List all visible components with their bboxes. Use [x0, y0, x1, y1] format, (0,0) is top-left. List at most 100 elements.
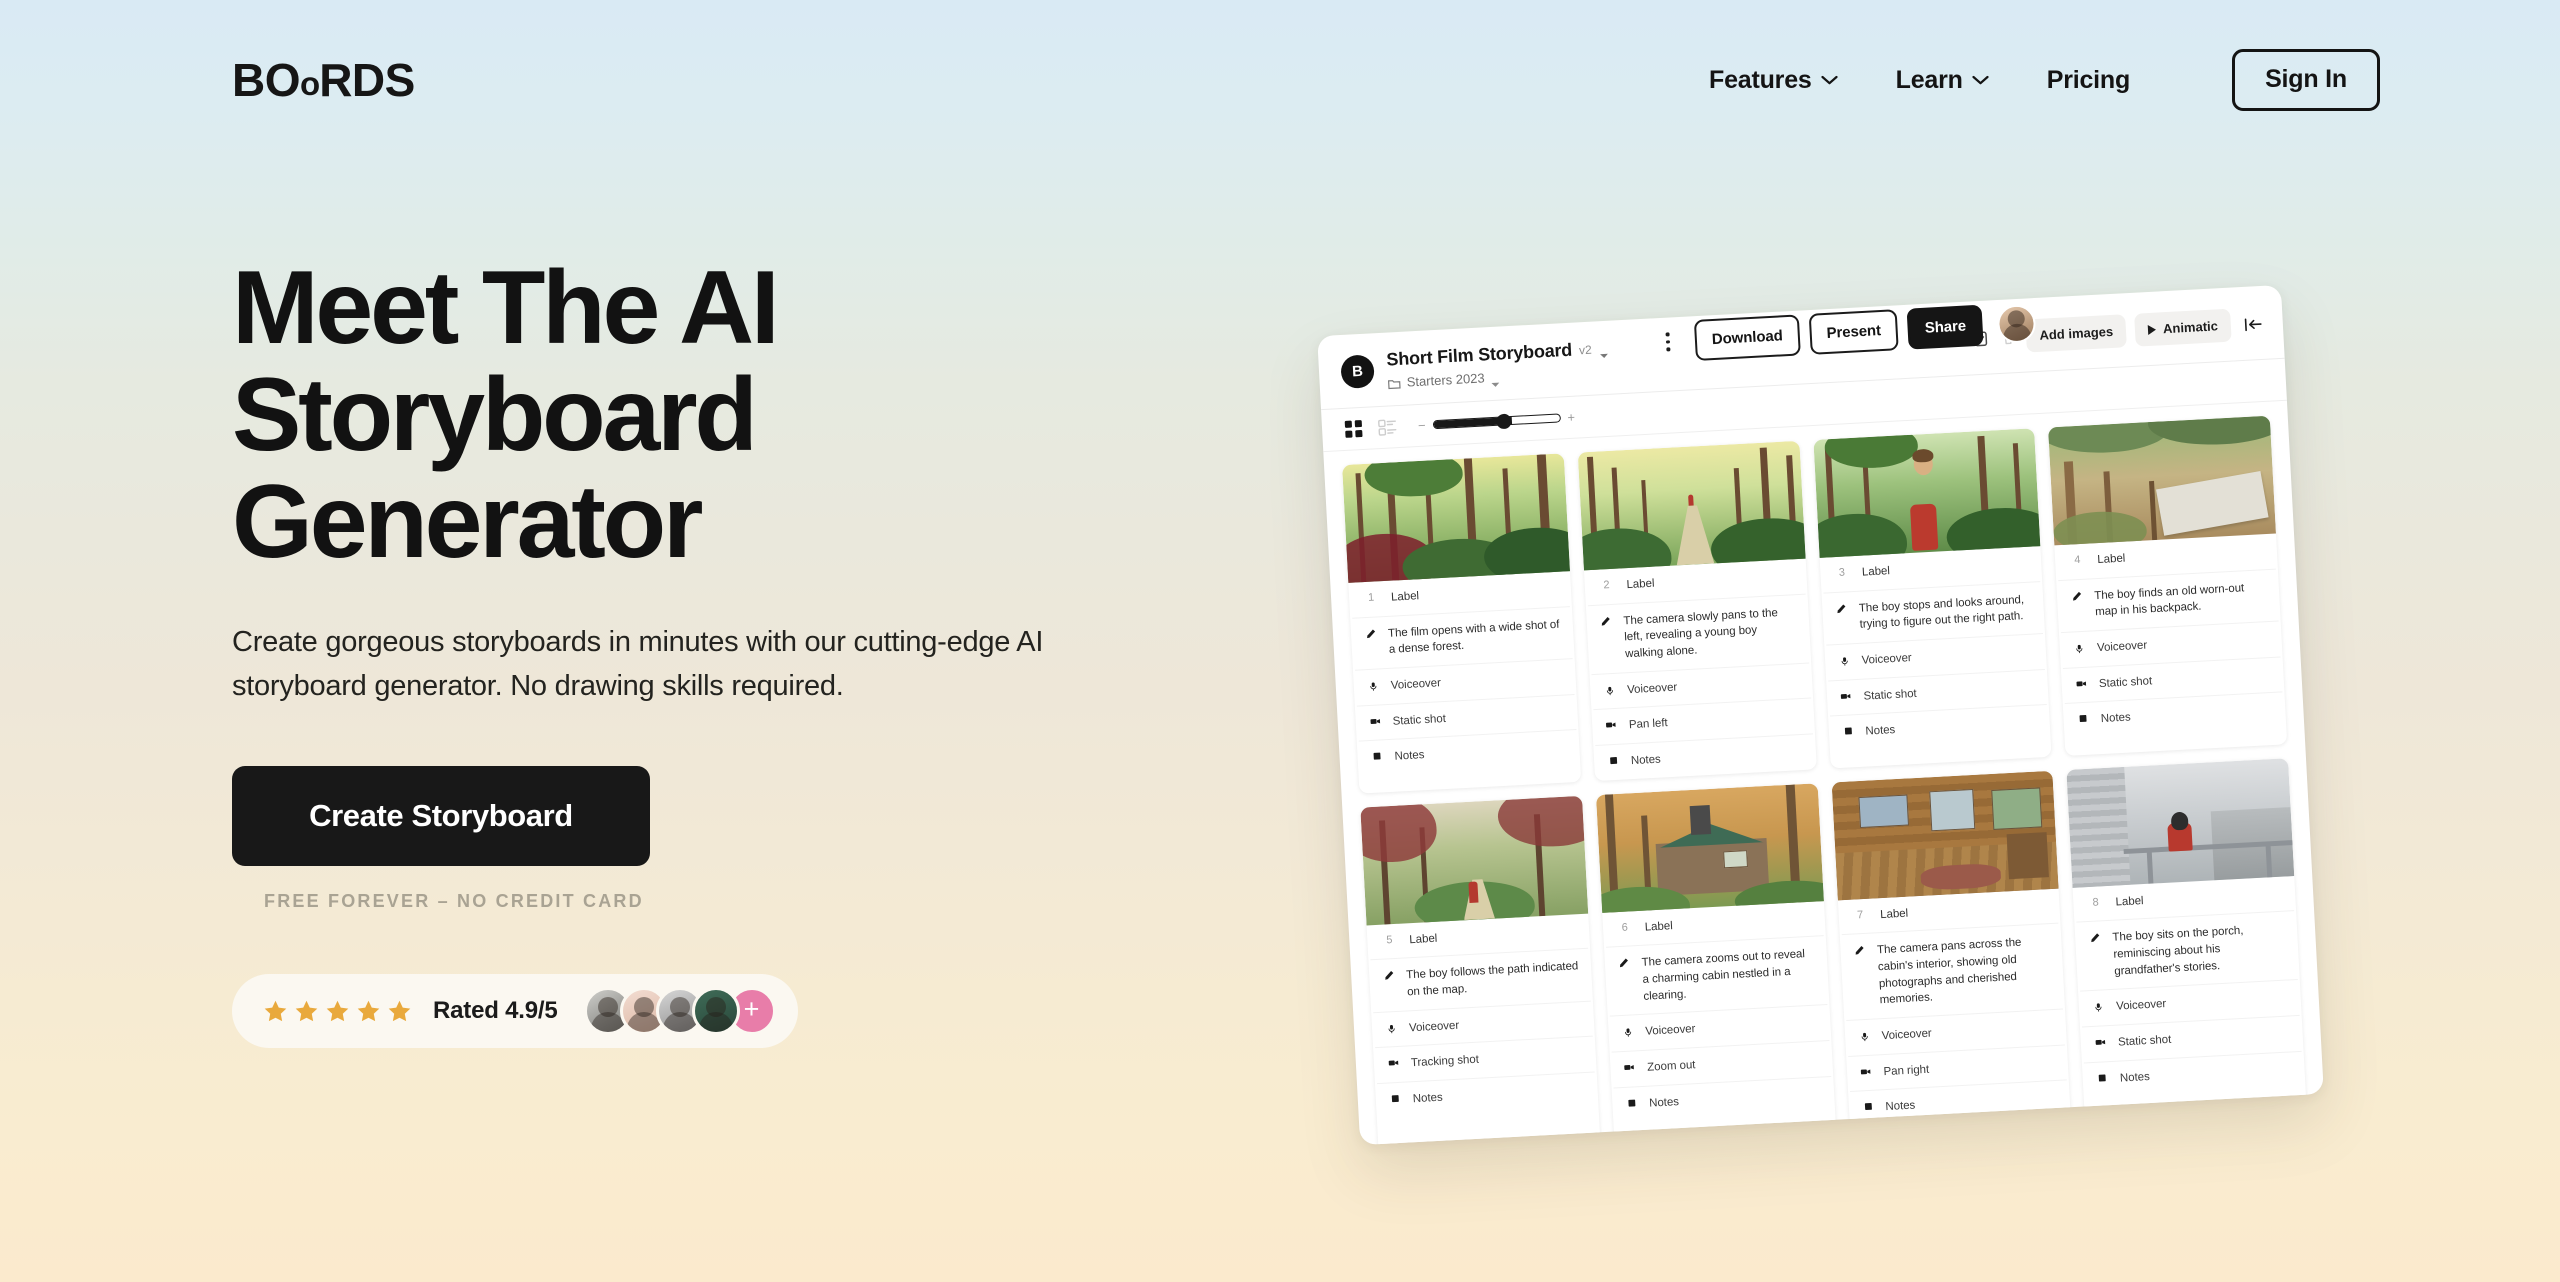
- storyboard-frame[interactable]: 4 Label The boy finds an old worn-out ma…: [2048, 415, 2288, 756]
- star-icon: [293, 998, 320, 1025]
- frame-thumbnail[interactable]: [2066, 757, 2295, 888]
- play-icon: [2147, 324, 2157, 335]
- zoom-in-label[interactable]: +: [1567, 410, 1575, 425]
- microphone-icon: [1602, 682, 1618, 696]
- share-button[interactable]: Share: [1906, 304, 1985, 350]
- script-pencil-icon: [1852, 943, 1868, 956]
- nav-item-learn[interactable]: Learn: [1896, 66, 1989, 95]
- storyboard-frame[interactable]: 7 Label The camera pans across the cabin…: [1831, 770, 2071, 1128]
- frame-shot: Static shot: [1392, 712, 1447, 728]
- frame-voiceover: Voiceover: [1861, 652, 1912, 667]
- script-pencil-icon: [1598, 614, 1614, 627]
- zoom-out-label[interactable]: −: [1418, 418, 1426, 433]
- frame-label: Label: [1390, 590, 1420, 604]
- frame-thumbnail[interactable]: [1360, 795, 1588, 926]
- chevron-down-icon: [1972, 75, 1989, 85]
- frame-thumbnail[interactable]: [1595, 782, 1824, 913]
- zoom-slider[interactable]: − +: [1418, 410, 1576, 433]
- folder-icon: [1387, 376, 1401, 389]
- frame-shot: Pan left: [1628, 717, 1668, 732]
- camera-move-icon: [1858, 1064, 1874, 1076]
- frame-notes: Notes: [1630, 753, 1662, 768]
- star-icon: [386, 998, 413, 1025]
- notes-icon: [1387, 1092, 1403, 1104]
- animatic-button[interactable]: Animatic: [2134, 308, 2232, 347]
- storyboard-frame[interactable]: 8 Label The boy sits on the porch, remin…: [2066, 757, 2307, 1115]
- frame-voiceover: Voiceover: [1645, 1023, 1696, 1039]
- notes-icon: [1860, 1100, 1876, 1112]
- frame-voiceover: Voiceover: [1881, 1027, 1932, 1043]
- frame-thumbnail[interactable]: [1812, 428, 2041, 558]
- caret-down-icon[interactable]: [1599, 345, 1608, 358]
- microphone-icon: [1365, 678, 1381, 692]
- frame-description: The camera slowly pans to the left, reve…: [1623, 606, 1779, 661]
- storyboard-frame[interactable]: 1 Label The film opens with a wide shot …: [1342, 453, 1581, 794]
- logo-letter-o1: O: [264, 54, 301, 106]
- frame-description: The camera zooms out to reveal a charmin…: [1641, 948, 1806, 1003]
- nav-item-pricing[interactable]: Pricing: [2047, 66, 2131, 95]
- frame-shot: Static shot: [2117, 1033, 2172, 1049]
- frame-notes: Notes: [1885, 1099, 1916, 1114]
- storyboard-frame[interactable]: 2 Label The camera slowly pans to the le…: [1577, 440, 1817, 781]
- star-rating: [262, 998, 413, 1025]
- frame-description-row[interactable]: The camera zooms out to reveal a charmin…: [1605, 936, 1827, 1018]
- site-header: BOoRDS Features Learn Pricing Sign In: [0, 0, 2560, 160]
- storyboard-frame[interactable]: 5 Label The boy follows the path indicat…: [1360, 795, 1601, 1146]
- project-title[interactable]: Short Film Storyboard: [1386, 340, 1573, 371]
- avatar: [691, 987, 740, 1036]
- project-version: v2: [1578, 342, 1593, 357]
- storyboard-frame[interactable]: 3 Label The boy stops and looks around, …: [1812, 428, 2052, 769]
- add-images-button[interactable]: Add images: [2025, 314, 2127, 353]
- frame-number: 3: [1838, 566, 1846, 579]
- page-title: Meet The AI Storyboard Generator: [232, 250, 780, 581]
- frame-notes: Notes: [2100, 711, 2131, 726]
- frame-description: The boy follows the path indicated on th…: [1405, 960, 1579, 999]
- frame-voiceover: Voiceover: [1626, 681, 1678, 696]
- rating-badge: Rated 4.9/5 +: [232, 974, 798, 1049]
- frame-thumbnail[interactable]: [1831, 770, 2059, 901]
- app-screenshot: B Short Film Storyboard v2 Starters 2023: [1317, 284, 2324, 1146]
- frame-notes: Notes: [1412, 1091, 1443, 1106]
- download-button[interactable]: Download: [1693, 314, 1801, 361]
- project-folder[interactable]: Starters 2023: [1406, 370, 1485, 389]
- create-storyboard-button[interactable]: Create Storyboard: [232, 766, 650, 867]
- frame-voiceover: Voiceover: [1390, 677, 1442, 692]
- frame-shot: Zoom out: [1646, 1059, 1696, 1074]
- nav-item-features[interactable]: Features: [1709, 66, 1838, 95]
- frame-description: The camera pans across the cabin's inter…: [1876, 937, 2022, 1007]
- frame-label: Label: [2115, 894, 2144, 909]
- frame-label: Label: [1879, 907, 1909, 921]
- logo-letter-s: S: [384, 54, 416, 106]
- slider-knob[interactable]: [1496, 413, 1512, 429]
- frame-thumbnail[interactable]: [1342, 453, 1570, 583]
- camera-move-icon: [2093, 1035, 2109, 1047]
- frame-thumbnail[interactable]: [1577, 440, 1806, 571]
- notes-icon: [1606, 754, 1622, 766]
- frame-notes: Notes: [2119, 1070, 2151, 1085]
- caret-down-icon[interactable]: [1490, 374, 1500, 387]
- user-avatar[interactable]: [1996, 303, 2037, 344]
- logo-letter-r: R: [319, 54, 352, 106]
- main-nav: Features Learn Pricing Sign In: [1709, 49, 2380, 111]
- sign-in-button[interactable]: Sign In: [2232, 49, 2380, 111]
- script-pencil-icon: [1381, 968, 1397, 981]
- microphone-icon: [1836, 653, 1852, 667]
- frame-voiceover: Voiceover: [2115, 998, 2167, 1014]
- chevron-down-icon: [1821, 75, 1838, 85]
- frame-thumbnail[interactable]: [2048, 415, 2276, 546]
- boords-logo[interactable]: BOoRDS: [232, 57, 415, 103]
- frame-description-row[interactable]: The camera slowly pans to the left, reve…: [1587, 594, 1809, 675]
- storyboard-frame[interactable]: 6 Label The camera zooms out to reveal a…: [1595, 782, 1836, 1140]
- frame-description-row[interactable]: The camera pans across the cabin's inter…: [1841, 923, 2064, 1022]
- kebab-menu-icon[interactable]: [1656, 328, 1679, 355]
- grid-view-icon[interactable]: [1344, 419, 1364, 439]
- collapse-panel-icon[interactable]: [2242, 315, 2263, 332]
- star-icon: [262, 998, 289, 1025]
- slider-track[interactable]: [1432, 413, 1561, 430]
- present-button[interactable]: Present: [1808, 309, 1899, 355]
- frame-description-row[interactable]: The boy sits on the porch, reminiscing a…: [2076, 911, 2298, 992]
- frame-label: Label: [1626, 577, 1655, 592]
- frame-notes: Notes: [1394, 749, 1425, 764]
- list-view-icon[interactable]: [1378, 417, 1398, 437]
- frame-shot: Static shot: [1863, 687, 1917, 703]
